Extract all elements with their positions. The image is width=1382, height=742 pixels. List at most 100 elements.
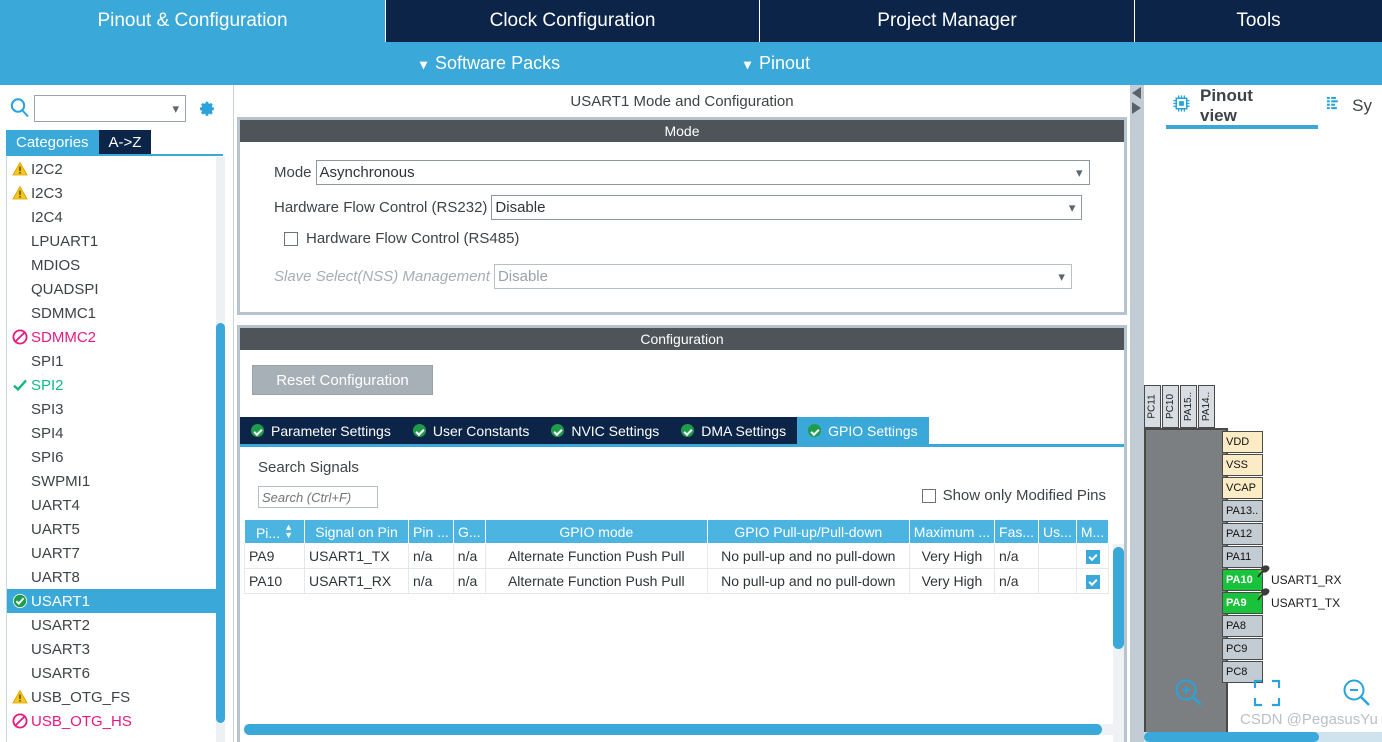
- chip-top-pin[interactable]: PC11: [1144, 385, 1161, 428]
- cell-gpio-mode[interactable]: Alternate Function Push Pull: [484, 543, 708, 569]
- zoom-out-icon[interactable]: [1340, 676, 1374, 715]
- signal-search-input[interactable]: [259, 487, 375, 507]
- table-row[interactable]: PA9 USART1_TX n/a n/a Alternate Function Pus…: [244, 543, 1110, 569]
- cell-pin-context[interactable]: n/a: [408, 543, 454, 569]
- table-column-header[interactable]: Fas...: [994, 519, 1040, 544]
- sidebar-item-usart1[interactable]: USART1: [7, 589, 222, 613]
- tab-pinout-configuration[interactable]: Pinout & Configuration: [0, 0, 386, 42]
- cell-pin[interactable]: PA10: [244, 568, 305, 594]
- cell-speed[interactable]: Very High: [908, 543, 996, 569]
- zoom-in-icon[interactable]: [1172, 676, 1206, 715]
- sidebar-item-usart2[interactable]: USART2: [7, 613, 222, 637]
- sidebar-item-spi3[interactable]: SPI3: [7, 397, 222, 421]
- tab-pinout-view[interactable]: Pinout view: [1162, 85, 1294, 127]
- chevron-down-icon[interactable]: ▾: [172, 101, 179, 117]
- peripheral-list[interactable]: I2C2 I2C3 I2C4 LPUART1 MDIOS QUADSPI SDMMC1 SDM…: [6, 157, 223, 742]
- cell-pull[interactable]: No pull-up and no pull-down: [706, 543, 910, 569]
- configuration-hscrollbar-thumb[interactable]: [244, 724, 1102, 735]
- chip-pin-pa12[interactable]: PA12: [1222, 523, 1263, 545]
- checked-checkbox-icon[interactable]: [1085, 550, 1100, 565]
- table-row[interactable]: PA10 USART1_RX n/a n/a Alternate Function Pu…: [244, 568, 1110, 594]
- sidebar-item-uart5[interactable]: UART5: [7, 517, 222, 541]
- checked-checkbox-icon[interactable]: [1085, 575, 1100, 590]
- cell-signal[interactable]: USART1_RX: [304, 568, 409, 594]
- cell-gpio-out[interactable]: n/a: [452, 568, 486, 594]
- cell-pin[interactable]: PA9: [244, 543, 305, 569]
- gpio-pane-scrollbar-thumb[interactable]: [1113, 547, 1124, 649]
- cell-user-label[interactable]: [1038, 543, 1077, 569]
- chip-top-pin[interactable]: PA14..: [1198, 385, 1215, 428]
- chip-pin-pa13[interactable]: PA13..: [1222, 500, 1263, 522]
- cell-modified-checkbox[interactable]: [1075, 568, 1110, 594]
- sidebar-item-lpuart1[interactable]: LPUART1: [7, 229, 222, 253]
- tab-a-to-z[interactable]: A->Z: [98, 130, 152, 154]
- cell-fast-mode[interactable]: n/a: [994, 568, 1040, 594]
- chip-top-pin[interactable]: PC10: [1162, 385, 1179, 428]
- tab-project-manager[interactable]: Project Manager: [760, 0, 1135, 42]
- sidebar-item-i2c3[interactable]: I2C3: [7, 181, 222, 205]
- cell-gpio-mode[interactable]: Alternate Function Push Pull: [484, 568, 708, 594]
- table-column-header[interactable]: GPIO mode: [484, 519, 708, 544]
- peripheral-search-box[interactable]: ▾: [34, 94, 186, 122]
- cell-signal[interactable]: USART1_TX: [304, 543, 409, 569]
- cell-fast-mode[interactable]: n/a: [994, 543, 1040, 569]
- sidebar-item-mdios[interactable]: MDIOS: [7, 253, 222, 277]
- chip-top-pin[interactable]: PA15..: [1180, 385, 1197, 428]
- chip-pin-pc9[interactable]: PC9: [1222, 638, 1263, 660]
- sidebar-item-quadspi[interactable]: QUADSPI: [7, 277, 222, 301]
- pinout-hscrollbar-thumb[interactable]: [1144, 732, 1319, 742]
- peripheral-search-input[interactable]: [35, 96, 160, 120]
- cell-pin-context[interactable]: n/a: [408, 568, 454, 594]
- sidebar-item-usb-otg-fs[interactable]: USB_OTG_FS: [7, 685, 222, 709]
- sidebar-item-sdmmc1[interactable]: SDMMC1: [7, 301, 222, 325]
- collapse-right-arrow-icon[interactable]: [1132, 102, 1141, 114]
- sidebar-item-uart4[interactable]: UART4: [7, 493, 222, 517]
- table-column-header[interactable]: Us...: [1038, 519, 1077, 544]
- sidebar-item-spi6[interactable]: SPI6: [7, 445, 222, 469]
- zoom-fit-icon[interactable]: [1252, 678, 1282, 713]
- sidebar-item-spi2[interactable]: SPI2: [7, 373, 222, 397]
- tab-gpio-settings[interactable]: GPIO Settings: [797, 417, 929, 444]
- cell-modified-checkbox[interactable]: [1075, 543, 1110, 569]
- tab-categories[interactable]: Categories: [6, 130, 99, 154]
- sidebar-scrollbar-thumb[interactable]: [216, 323, 225, 723]
- cell-pull[interactable]: No pull-up and no pull-down: [706, 568, 910, 594]
- gear-icon[interactable]: [195, 97, 217, 119]
- sidebar-item-uart7[interactable]: UART7: [7, 541, 222, 565]
- sidebar-item-swpmi1[interactable]: SWPMI1: [7, 469, 222, 493]
- sidebar-item-usart6[interactable]: USART6: [7, 661, 222, 685]
- sidebar-item-usart3[interactable]: USART3: [7, 637, 222, 661]
- menu-pinout[interactable]: ▾ Pinout: [744, 42, 810, 85]
- show-modified-pins-checkbox[interactable]: [921, 488, 936, 503]
- reset-configuration-button[interactable]: Reset Configuration: [252, 365, 433, 395]
- sidebar-item-spi4[interactable]: SPI4: [7, 421, 222, 445]
- tab-user-constants[interactable]: User Constants: [401, 417, 541, 444]
- hw-flow-485-checkbox[interactable]: [284, 231, 298, 246]
- hw-flow-232-select[interactable]: Disable ▾: [491, 195, 1083, 220]
- chip-pin-pa8[interactable]: PA8: [1222, 615, 1263, 637]
- sidebar-item-spi1[interactable]: SPI1: [7, 349, 222, 373]
- panel-splitter[interactable]: [1130, 85, 1144, 742]
- signal-search-box[interactable]: [258, 486, 378, 508]
- mode-select[interactable]: Asynchronous ▾: [315, 160, 1090, 185]
- collapse-left-arrow-icon[interactable]: [1132, 87, 1141, 99]
- tab-dma-settings[interactable]: DMA Settings: [670, 417, 798, 444]
- sidebar-item-uart8[interactable]: UART8: [7, 565, 222, 589]
- cell-gpio-out[interactable]: n/a: [452, 543, 486, 569]
- table-column-header[interactable]: Signal on Pin: [304, 519, 409, 544]
- table-column-header[interactable]: Maximum ...: [908, 519, 996, 544]
- chip-pin-vcap[interactable]: VCAP: [1222, 477, 1263, 499]
- table-column-header[interactable]: G...: [452, 519, 486, 544]
- tab-tools[interactable]: Tools: [1135, 0, 1382, 42]
- chip-pin-vdd[interactable]: VDD: [1222, 431, 1263, 453]
- tab-clock-configuration[interactable]: Clock Configuration: [386, 0, 760, 42]
- table-column-header[interactable]: Pi... ▲ ▼: [244, 519, 305, 544]
- sidebar-item-i2c4[interactable]: I2C4: [7, 205, 222, 229]
- tab-nvic-settings[interactable]: NVIC Settings: [540, 417, 671, 444]
- sidebar-item-i2c2[interactable]: I2C2: [7, 157, 222, 181]
- table-column-header[interactable]: Pin ...: [408, 519, 454, 544]
- table-column-header[interactable]: M...: [1075, 519, 1110, 544]
- sidebar-item-sdmmc2[interactable]: SDMMC2: [7, 325, 222, 349]
- sidebar-item-usb-otg-hs[interactable]: USB_OTG_HS: [7, 709, 222, 733]
- tab-system-view[interactable]: Sy: [1316, 85, 1382, 127]
